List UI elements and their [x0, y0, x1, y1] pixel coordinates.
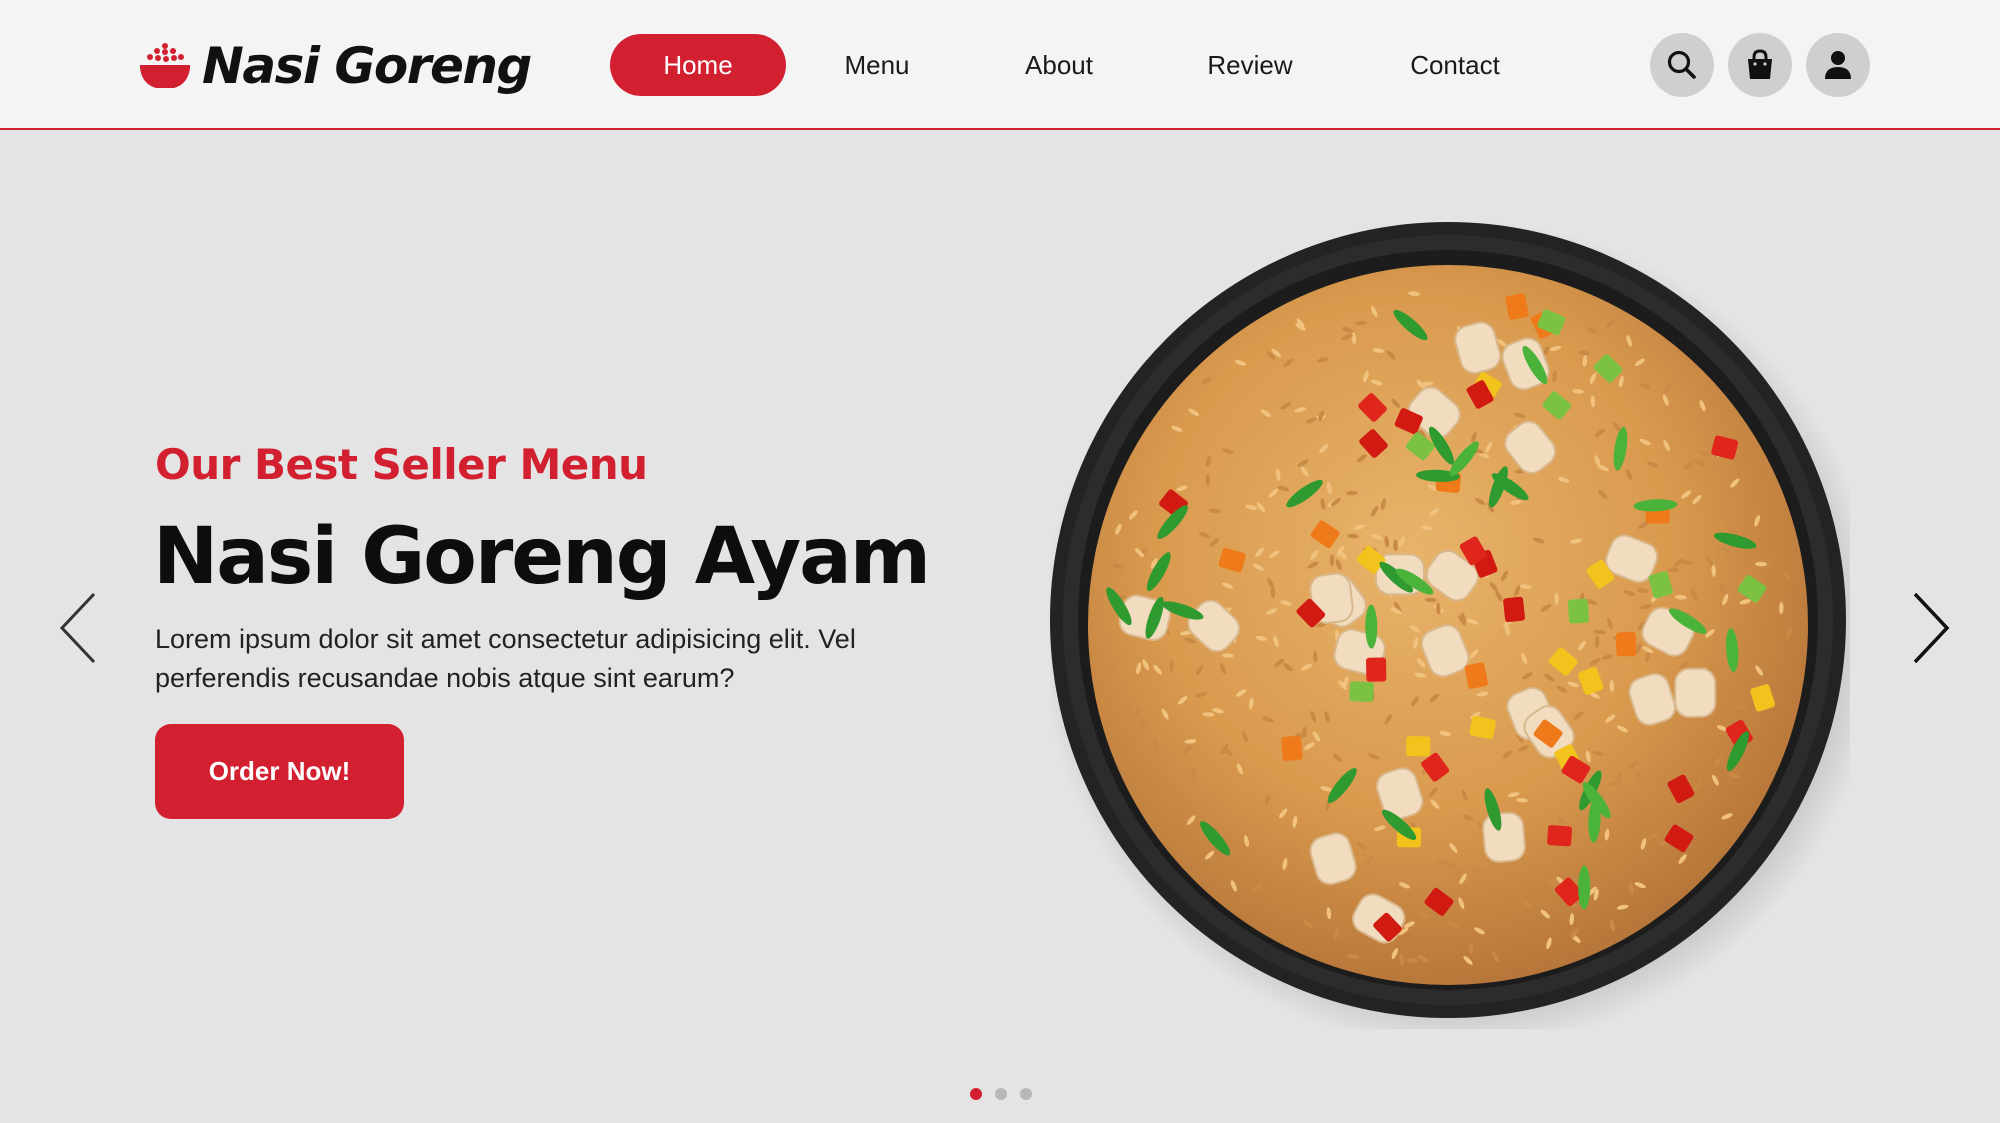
carousel-dot-3[interactable] — [1020, 1088, 1032, 1100]
search-icon — [1665, 48, 1699, 82]
order-now-button[interactable]: Order Now! — [155, 724, 404, 819]
brand-logo[interactable]: Nasi Goreng — [138, 30, 532, 102]
search-button[interactable] — [1650, 33, 1714, 97]
main-nav: Home Menu About Review Contact — [610, 34, 1560, 96]
nav-about[interactable]: About — [968, 34, 1150, 96]
account-button[interactable] — [1806, 33, 1870, 97]
carousel-prev-button[interactable] — [54, 588, 104, 668]
rice-bowl-icon — [138, 40, 192, 92]
hero-subtitle: Our Best Seller Menu — [155, 440, 648, 489]
user-icon — [1821, 48, 1855, 82]
chevron-right-icon — [1905, 588, 1955, 668]
carousel-dot-1[interactable] — [970, 1088, 982, 1100]
hero-description: Lorem ipsum dolor sit amet consectetur a… — [155, 624, 856, 693]
cart-button[interactable] — [1728, 33, 1792, 97]
brand-name: Nasi Goreng — [202, 37, 532, 95]
carousel-indicators — [970, 1088, 1032, 1100]
nav-menu[interactable]: Menu — [786, 34, 968, 96]
carousel-next-button[interactable] — [1905, 588, 1955, 668]
carousel-dot-2[interactable] — [995, 1088, 1007, 1100]
hero-title: Nasi Goreng Ayam — [153, 512, 931, 602]
chevron-left-icon — [54, 588, 104, 668]
nav-home[interactable]: Home — [610, 34, 786, 96]
nav-review[interactable]: Review — [1150, 34, 1350, 96]
header-actions — [1650, 33, 1870, 97]
hero-dish-image — [1050, 215, 1850, 1029]
shopping-bag-icon — [1743, 48, 1777, 82]
site-header: Nasi Goreng Home Menu About Review Conta… — [0, 0, 2000, 130]
nav-contact[interactable]: Contact — [1350, 34, 1560, 96]
